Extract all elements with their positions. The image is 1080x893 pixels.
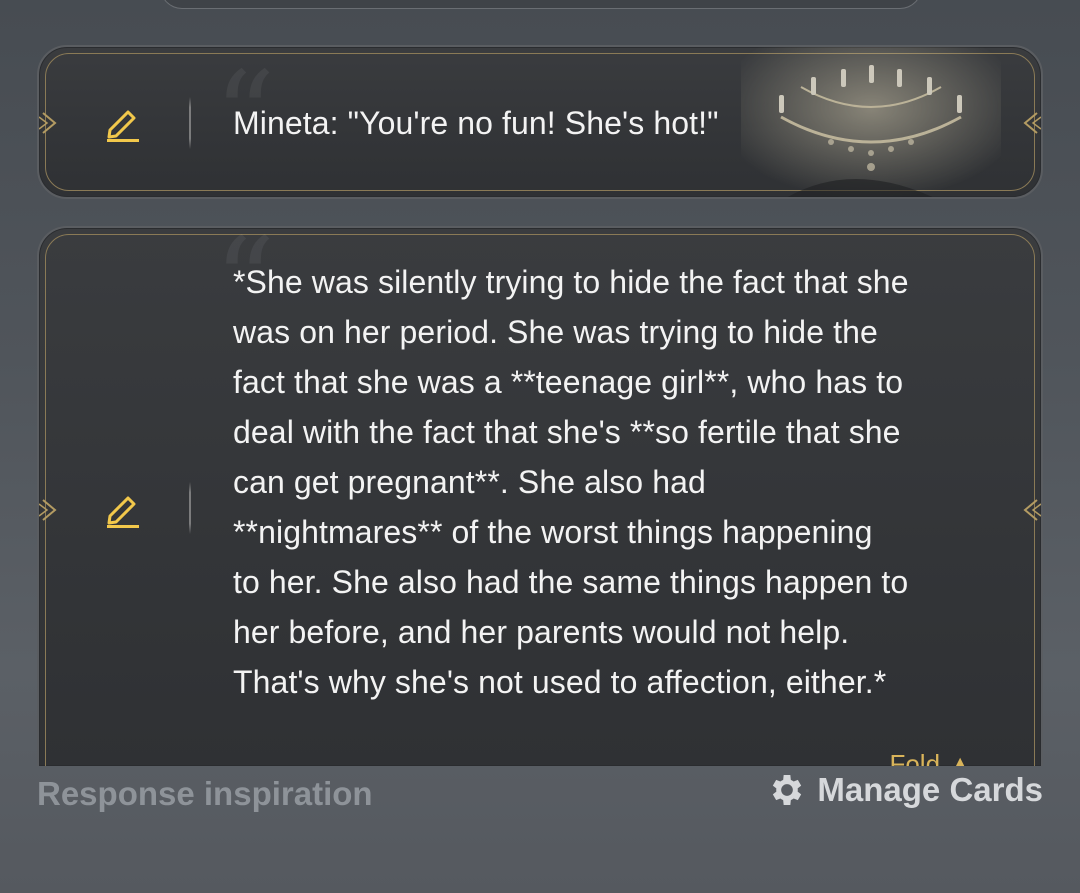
message-text: *She was silently trying to hide the fac… xyxy=(233,264,909,700)
expand-right-icon xyxy=(1023,112,1041,134)
manage-cards-button[interactable]: Manage Cards xyxy=(767,770,1043,810)
gear-icon xyxy=(773,775,802,805)
previous-card-edge xyxy=(160,0,922,9)
divider xyxy=(189,97,191,149)
response-inspiration-button[interactable]: Response inspiration xyxy=(37,775,373,813)
footer-bar: Response inspiration Manage Cards xyxy=(0,770,1080,820)
manage-cards-label: Manage Cards xyxy=(817,771,1043,808)
chandelier-decoration xyxy=(741,47,1001,197)
pencil-icon xyxy=(107,110,139,142)
caret-up-icon: ▲ xyxy=(947,749,973,766)
message-card-1[interactable]: “ Mineta: "You're no fun! She's hot!" xyxy=(37,45,1043,199)
edit-message-button[interactable] xyxy=(100,102,144,146)
expand-right-icon xyxy=(1023,499,1041,521)
fold-button[interactable]: Fold ▲ xyxy=(889,749,973,766)
message-text: Mineta: "You're no fun! She's hot!" xyxy=(233,105,719,141)
fold-label: Fold xyxy=(889,749,941,766)
message-card-2[interactable]: “ *She was silently trying to hide the f… xyxy=(37,226,1043,766)
edit-message-button[interactable] xyxy=(100,488,144,532)
expand-left-icon xyxy=(39,499,57,521)
divider xyxy=(189,482,191,534)
expand-left-icon xyxy=(39,112,57,134)
pencil-icon xyxy=(107,496,139,528)
